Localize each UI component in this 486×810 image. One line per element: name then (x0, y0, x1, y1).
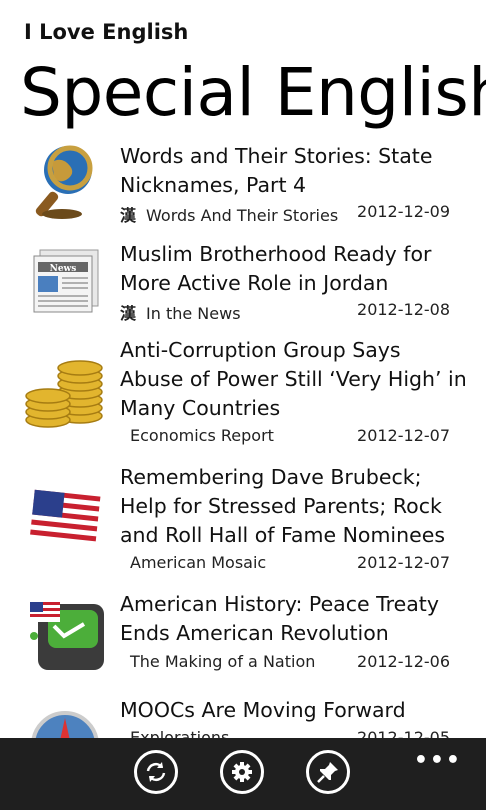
svg-text:News: News (50, 264, 77, 274)
list-item[interactable]: Anti-Corruption Group Says Abuse of Powe… (0, 334, 486, 460)
item-date: 2012-12-07 (357, 553, 450, 572)
item-date: 2012-12-05 (357, 728, 450, 738)
item-meta: 漢 Words And Their Stories 2012-12-09 (120, 202, 460, 226)
refresh-icon (146, 762, 166, 782)
magnifying-glass-globe-icon (35, 145, 93, 219)
item-date: 2012-12-08 (357, 300, 450, 319)
pin-button[interactable] (306, 750, 350, 794)
settings-gear-icon (232, 762, 252, 782)
item-category: Explorations (130, 728, 230, 738)
history-app-icon (30, 602, 104, 670)
item-meta: Explorations 2012-12-05 (120, 728, 460, 738)
page-title: Special English (20, 54, 486, 131)
item-category: American Mosaic (130, 553, 267, 572)
article-list: Words and Their Stories: State Nicknames… (0, 138, 486, 738)
app-title: I Love English (24, 20, 189, 44)
item-meta: Economics Report 2012-12-07 (120, 426, 460, 450)
item-date: 2012-12-06 (357, 652, 450, 671)
refresh-button[interactable] (134, 750, 178, 794)
list-item[interactable]: MOOCs Are Moving Forward Explorations 20… (0, 694, 486, 738)
han-badge: 漢 (120, 206, 137, 225)
list-item[interactable]: Words and Their Stories: State Nicknames… (0, 138, 486, 234)
item-title: Muslim Brotherhood Ready for More Active… (120, 242, 432, 295)
item-category: In the News (146, 304, 241, 323)
item-meta: The Making of a Nation 2012-12-06 (120, 652, 460, 676)
item-title: American History: Peace Treaty Ends Amer… (120, 592, 439, 645)
app-bar: ••• (0, 738, 486, 810)
more-menu-button[interactable]: ••• (414, 748, 462, 773)
newspaper-icon: News (33, 249, 99, 313)
item-date: 2012-12-07 (357, 426, 450, 445)
list-item[interactable]: American History: Peace Treaty Ends Amer… (0, 588, 486, 688)
compass-icon (31, 711, 99, 738)
item-category: The Making of a Nation (130, 652, 316, 671)
gold-coins-icon (25, 360, 103, 428)
item-category: Economics Report (130, 426, 274, 445)
item-meta: 漢 In the News 2012-12-08 (120, 300, 460, 324)
item-title: MOOCs Are Moving Forward (120, 698, 406, 722)
list-item[interactable]: News Muslim Brotherhood Ready for More A… (0, 236, 486, 332)
han-badge: 漢 (120, 304, 137, 323)
settings-button[interactable] (220, 750, 264, 794)
us-flag-icon (29, 489, 101, 545)
item-date: 2012-12-09 (357, 202, 450, 221)
item-meta: American Mosaic 2012-12-07 (120, 553, 460, 577)
item-title: Remembering Dave Brubeck; Help for Stres… (120, 465, 446, 547)
item-title: Words and Their Stories: State Nicknames… (120, 144, 433, 197)
item-category: Words And Their Stories (146, 206, 339, 225)
list-item[interactable]: Remembering Dave Brubeck; Help for Stres… (0, 461, 486, 587)
item-title: Anti-Corruption Group Says Abuse of Powe… (120, 338, 467, 420)
pin-icon (317, 762, 338, 783)
